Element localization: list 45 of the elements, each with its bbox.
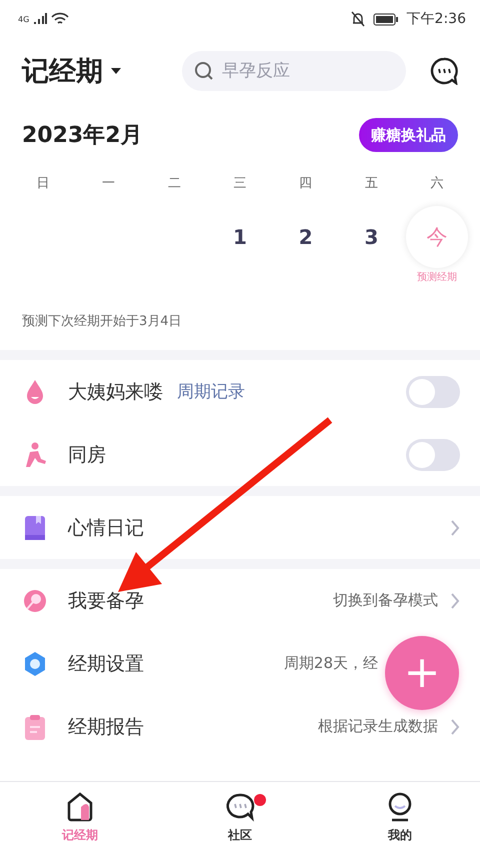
calendar-day[interactable]: 3 xyxy=(340,206,402,268)
weekday-label: 五 xyxy=(364,175,379,193)
item-label: 大姨妈来喽 xyxy=(68,380,163,404)
page-title: 记经期 xyxy=(22,55,103,89)
battery-icon xyxy=(372,12,399,26)
weekday-label: 二 xyxy=(166,175,182,193)
network-label: 4G xyxy=(18,14,30,24)
item-value: 切换到备孕模式 xyxy=(333,591,438,610)
weekday-label: 四 xyxy=(298,175,314,193)
prediction-text: 预测下次经期开始于3月4日 xyxy=(21,313,183,331)
bell-off-icon xyxy=(350,11,365,27)
search-icon xyxy=(194,61,214,81)
weekday-label: 一 xyxy=(101,175,116,193)
tab[interactable]: 社区 xyxy=(160,782,320,853)
item-label: 我要备孕 xyxy=(68,588,144,614)
month-title: 2023年2月 xyxy=(22,122,143,150)
reward-button[interactable]: 赚糖换礼品 xyxy=(359,118,458,152)
wifi-icon xyxy=(51,12,70,26)
chevron-icon xyxy=(450,518,460,536)
toggle-switch[interactable] xyxy=(406,438,460,470)
chevron-icon xyxy=(450,592,460,610)
calendar-day[interactable]: 2 xyxy=(274,206,337,268)
item-label: 心情日记 xyxy=(68,516,144,540)
search-field[interactable]: 早孕反应 xyxy=(182,51,406,91)
item-label: 同房 xyxy=(68,442,106,468)
book-icon xyxy=(22,514,48,542)
item-value: 周期28天，经 xyxy=(284,654,378,673)
signal-icon xyxy=(33,13,48,25)
hexagon-icon xyxy=(22,650,48,678)
chevron-icon xyxy=(450,718,460,736)
toggle-switch[interactable] xyxy=(406,376,460,408)
calendar-day[interactable]: 1 xyxy=(208,206,271,268)
item-label: 经期报告 xyxy=(68,714,144,740)
item-value: 根据记录生成数据 xyxy=(318,717,438,736)
weekday-label: 日 xyxy=(35,175,50,193)
day-note: 预测经期 xyxy=(417,270,458,284)
status-time: 下午2:36 xyxy=(406,10,466,28)
clipboard-icon xyxy=(22,712,48,740)
record-link[interactable]: 周期记录 xyxy=(177,380,245,403)
item-label: 经期设置 xyxy=(68,652,144,676)
caret-icon[interactable] xyxy=(111,68,121,74)
message-button[interactable] xyxy=(430,57,458,85)
tab[interactable]: 我的 xyxy=(320,782,480,853)
weekday-label: 六 xyxy=(430,175,445,193)
weekday-label: 三 xyxy=(232,175,248,193)
